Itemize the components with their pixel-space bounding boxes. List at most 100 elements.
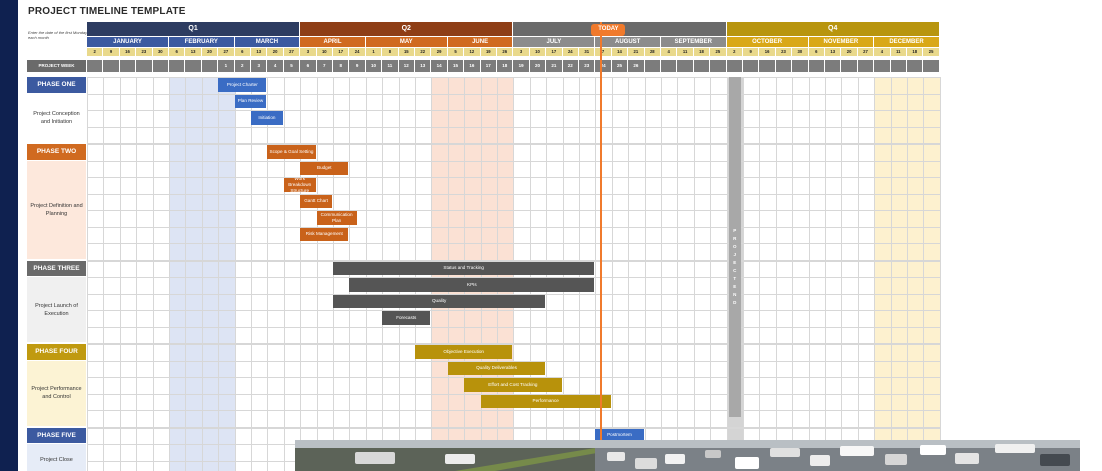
date-cell: 13 [251,48,267,56]
month-header: APRIL [300,37,365,47]
grid-line [775,77,777,471]
task-bar[interactable]: Project Charter [218,78,267,92]
week-cell [775,60,792,72]
month-header: OCTOBER [726,37,808,47]
grid-line [87,427,940,429]
grid-line [644,77,646,471]
grid-line [87,344,940,345]
today-badge[interactable]: TODAY [591,24,626,36]
date-cell: 3 [300,48,316,56]
date-cell: 20 [201,48,218,56]
task-bar[interactable]: Effort and Cost Tracking [464,378,562,392]
date-cell: 21 [628,48,644,56]
week-cell [693,60,710,72]
date-cell: 27 [218,48,234,56]
date-cell: 15 [398,48,414,56]
task-bar[interactable]: Risk Management [300,227,349,241]
date-cell: 19 [480,48,496,56]
date-cell: 18 [693,48,710,56]
phase-description: Project Launch of Execution [27,277,86,342]
grid-line [923,77,925,471]
grid-line [743,77,744,471]
task-bar[interactable]: Plan Review [234,94,267,108]
task-bar[interactable]: Forecasts [382,311,431,325]
highway-photo [295,440,1080,471]
date-cell: 4 [661,48,677,56]
grid-line [87,93,940,95]
week-cell: 12 [398,60,414,72]
grid-line [87,243,940,244]
date-cell: 5 [447,48,464,56]
week-cell [644,60,660,72]
task-bar[interactable]: Quality [333,294,546,308]
grid-line [87,110,940,111]
week-cell: 11 [382,60,398,72]
date-cell: 16 [119,48,136,56]
task-bar[interactable]: Gantt Chart [300,194,332,208]
date-cell: 6 [808,48,824,56]
grid-line [759,77,761,471]
week-cell: 18 [497,60,513,72]
date-cell: 27 [857,48,874,56]
date-cell: 20 [267,48,283,56]
week-cell: 3 [251,60,267,72]
task-bar[interactable]: Performance [480,394,611,408]
gantt-grid: Q1Q2Q3Q4JANUARY29162330FEBRUARY6132027MA… [18,0,1102,471]
task-bar[interactable]: Work Breakdown Structure [283,178,316,192]
grid-line [874,77,876,471]
week-cell: 16 [464,60,480,72]
week-cell: 7 [316,60,332,72]
month-header: DECEMBER [874,37,939,47]
date-cell: 8 [382,48,398,56]
grid-line [316,77,318,471]
date-cell: 10 [316,48,332,56]
week-cell [169,60,185,72]
grid-line [103,77,105,471]
phase-description: Project Conception and Initiation [27,93,86,142]
month-header: JUNE [447,37,513,47]
week-cell [661,60,677,72]
grid-line [152,77,154,471]
grid-line [87,177,940,178]
date-cell: 17 [333,48,349,56]
week-cell: 4 [267,60,283,72]
task-bar[interactable]: Status and Tracking [333,261,595,275]
week-cell [808,60,824,72]
grid-line [726,77,728,471]
phase-description: Project Performance and Control [27,360,86,426]
date-cell: 30 [792,48,808,56]
phase-header: PHASE ONE [27,77,86,93]
task-bar[interactable]: Objective Execution [415,345,513,359]
date-cell: 25 [923,48,939,56]
date-cell: 13 [185,48,201,56]
week-cell [874,60,890,72]
task-bar[interactable]: Quality Deliverables [447,361,546,375]
date-cell: 14 [611,48,628,56]
month-header: MARCH [234,37,300,47]
grid-line [661,77,662,471]
week-cell [907,60,923,72]
date-cell: 9 [103,48,119,56]
task-bar[interactable]: Initiation [251,111,283,125]
week-cell [87,60,103,72]
week-cell: 2 [234,60,250,72]
grid-line [87,210,940,211]
date-cell: 25 [710,48,726,56]
date-cell: 22 [415,48,431,56]
grid-line [136,77,138,471]
week-cell: 26 [628,60,644,72]
task-bar[interactable]: Budget [300,161,349,175]
grid-line [693,77,695,471]
grid-line [267,77,269,471]
task-bar[interactable]: KPIs [349,278,595,292]
grid-line [87,193,940,195]
quarter-header: Q1 [87,22,300,36]
week-cell [185,60,201,72]
week-cell [923,60,939,72]
task-bar[interactable]: Scope & Goal Setting [267,145,316,159]
week-cell [726,60,742,72]
week-cell: 19 [513,60,529,72]
month-header: JULY [513,37,595,47]
grid-line [857,77,859,471]
task-bar[interactable]: Communication Plan [316,211,357,225]
